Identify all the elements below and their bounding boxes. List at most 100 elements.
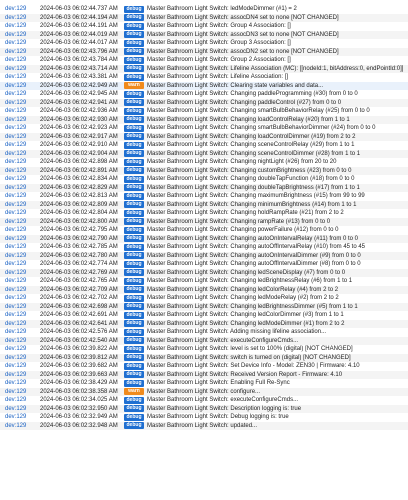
device-link[interactable]: dev:129: [5, 184, 37, 193]
device-link[interactable]: dev:129: [5, 175, 37, 184]
device-link[interactable]: dev:129: [5, 82, 37, 91]
device-link[interactable]: dev:129: [5, 201, 37, 210]
device-link[interactable]: dev:129: [5, 31, 37, 40]
device-link[interactable]: dev:129: [5, 73, 37, 82]
device-link[interactable]: dev:129: [5, 226, 37, 235]
log-level-badge: debug: [124, 73, 144, 81]
log-level-badge: debug: [124, 56, 144, 64]
device-link[interactable]: dev:129: [5, 371, 37, 380]
device-link[interactable]: dev:129: [5, 362, 37, 371]
log-row: dev:129 2024-06-03 06:02:42.800 AM debug Ma…: [0, 217, 408, 227]
device-link[interactable]: dev:129: [5, 345, 37, 354]
device-link[interactable]: dev:129: [5, 218, 37, 227]
device-link[interactable]: dev:129: [5, 99, 37, 108]
device-link[interactable]: dev:129: [5, 48, 37, 57]
device-link[interactable]: dev:129: [5, 141, 37, 150]
device-link[interactable]: dev:129: [5, 277, 37, 286]
log-row: dev:129 2024-06-03 06:02:42.691 AM debug Ma…: [0, 311, 408, 320]
log-message: Master Bathroom Light Switch: Changing l…: [147, 312, 344, 318]
device-link[interactable]: dev:129: [5, 243, 37, 252]
log-timestamp: 2024-06-03 06:02:34.025 AM: [40, 397, 118, 403]
device-link[interactable]: dev:129: [5, 14, 37, 23]
log-row: dev:129 2024-06-03 06:02:44.737 AM debug Ma…: [0, 5, 408, 14]
log-row: dev:129 2024-06-03 06:02:38.358 AM warn Mas…: [0, 387, 408, 397]
device-link[interactable]: dev:129: [5, 388, 37, 397]
device-link[interactable]: dev:129: [5, 413, 37, 422]
device-link[interactable]: dev:129: [5, 116, 37, 125]
log-row: dev:129 2024-06-03 06:02:42.780 AM debug Ma…: [0, 251, 408, 261]
log-list: dev:129 2024-06-03 06:02:44.737 AM debug Ma…: [0, 0, 408, 500]
log-row: dev:129 2024-06-03 06:02:42.923 AM debug Ma…: [0, 124, 408, 133]
device-link[interactable]: dev:129: [5, 286, 37, 295]
log-message: Master Bathroom Light Switch: ledModeDim…: [147, 6, 297, 12]
log-row: dev:129 2024-06-03 06:02:44.017 AM debug Ma…: [0, 39, 408, 48]
device-link[interactable]: dev:129: [5, 337, 37, 346]
device-link[interactable]: dev:129: [5, 158, 37, 167]
log-message: Master Bathroom Light Switch: Changing a…: [147, 235, 358, 242]
log-message: Master Bathroom Light Switch: Lifeline A…: [147, 74, 289, 80]
log-timestamp: 2024-06-03 06:02:43.714 AM: [40, 65, 118, 72]
log-row: dev:129 2024-06-03 06:02:42.904 AM debug Ma…: [0, 149, 408, 159]
device-link[interactable]: dev:129: [5, 65, 37, 74]
log-level-badge: debug: [124, 158, 144, 166]
log-message: Master Bathroom Light Switch: Changing p…: [147, 227, 339, 233]
log-timestamp: 2024-06-03 06:02:32.950 AM: [40, 405, 118, 412]
log-row: dev:129 2024-06-03 06:02:42.891 AM debug Ma…: [0, 166, 408, 176]
log-level-badge: debug: [124, 201, 144, 209]
log-message: Master Bathroom Light Switch: executeCon…: [147, 397, 299, 403]
log-level-badge: debug: [124, 277, 144, 285]
log-level-badge: debug: [124, 311, 144, 319]
log-row: dev:129 2024-06-03 06:02:42.936 AM debug Ma…: [0, 107, 408, 116]
log-row: dev:129 2024-06-03 06:02:42.917 AM debug Ma…: [0, 132, 408, 142]
log-level-badge: debug: [124, 422, 144, 430]
log-timestamp: 2024-06-03 06:02:42.702 AM: [40, 295, 118, 301]
log-row: dev:129 2024-06-03 06:02:39.812 AM debug Ma…: [0, 353, 408, 363]
device-link[interactable]: dev:129: [5, 405, 37, 414]
device-link[interactable]: dev:129: [5, 235, 37, 244]
log-level-badge: debug: [124, 235, 144, 243]
log-level-badge: debug: [124, 167, 144, 175]
log-level-badge: debug: [124, 124, 144, 132]
device-link[interactable]: dev:129: [5, 252, 37, 261]
log-timestamp: 2024-06-03 06:02:42.945 AM: [40, 91, 118, 97]
device-link[interactable]: dev:129: [5, 133, 37, 142]
device-link[interactable]: dev:129: [5, 5, 37, 14]
log-row: dev:129 2024-06-03 06:02:42.790 AM debug Ma…: [0, 234, 408, 244]
device-link[interactable]: dev:129: [5, 209, 37, 218]
log-message: Master Bathroom Light Switch: Changing d…: [147, 176, 355, 182]
log-message: Master Bathroom Light Switch: Changing p…: [147, 91, 358, 97]
device-link[interactable]: dev:129: [5, 260, 37, 269]
device-link[interactable]: dev:129: [5, 354, 37, 363]
device-link[interactable]: dev:129: [5, 150, 37, 159]
device-link[interactable]: dev:129: [5, 269, 37, 278]
log-level-badge: debug: [124, 371, 144, 379]
log-message: Master Bathroom Light Switch: Received V…: [147, 371, 343, 378]
device-link[interactable]: dev:129: [5, 328, 37, 337]
log-row: dev:129 2024-06-03 06:02:39.682 AM debug Ma…: [0, 362, 408, 371]
log-level-badge: debug: [124, 48, 144, 56]
log-message: Master Bathroom Light Switch: Changing c…: [147, 167, 352, 174]
device-link[interactable]: dev:129: [5, 107, 37, 116]
log-message: Master Bathroom Light Switch: Changing l…: [147, 116, 350, 123]
device-link[interactable]: dev:129: [5, 90, 37, 99]
device-link[interactable]: dev:129: [5, 311, 37, 320]
log-level-badge: debug: [124, 252, 144, 260]
log-timestamp: 2024-06-03 06:02:42.641 AM: [40, 320, 118, 327]
log-timestamp: 2024-06-03 06:02:42.780 AM: [40, 252, 118, 259]
device-link[interactable]: dev:129: [5, 303, 37, 312]
log-timestamp: 2024-06-03 06:02:32.949 AM: [40, 414, 118, 420]
device-link[interactable]: dev:129: [5, 422, 37, 431]
device-link[interactable]: dev:129: [5, 22, 37, 31]
device-link[interactable]: dev:129: [5, 124, 37, 133]
device-link[interactable]: dev:129: [5, 39, 37, 48]
log-level-badge: warn: [124, 388, 144, 396]
device-link[interactable]: dev:129: [5, 294, 37, 303]
log-timestamp: 2024-06-03 06:02:43.381 AM: [40, 74, 118, 80]
device-link[interactable]: dev:129: [5, 396, 37, 405]
device-link[interactable]: dev:129: [5, 192, 37, 201]
device-link[interactable]: dev:129: [5, 320, 37, 329]
device-link[interactable]: dev:129: [5, 56, 37, 65]
log-timestamp: 2024-06-03 06:02:39.682 AM: [40, 363, 118, 369]
device-link[interactable]: dev:129: [5, 379, 37, 388]
device-link[interactable]: dev:129: [5, 167, 37, 176]
